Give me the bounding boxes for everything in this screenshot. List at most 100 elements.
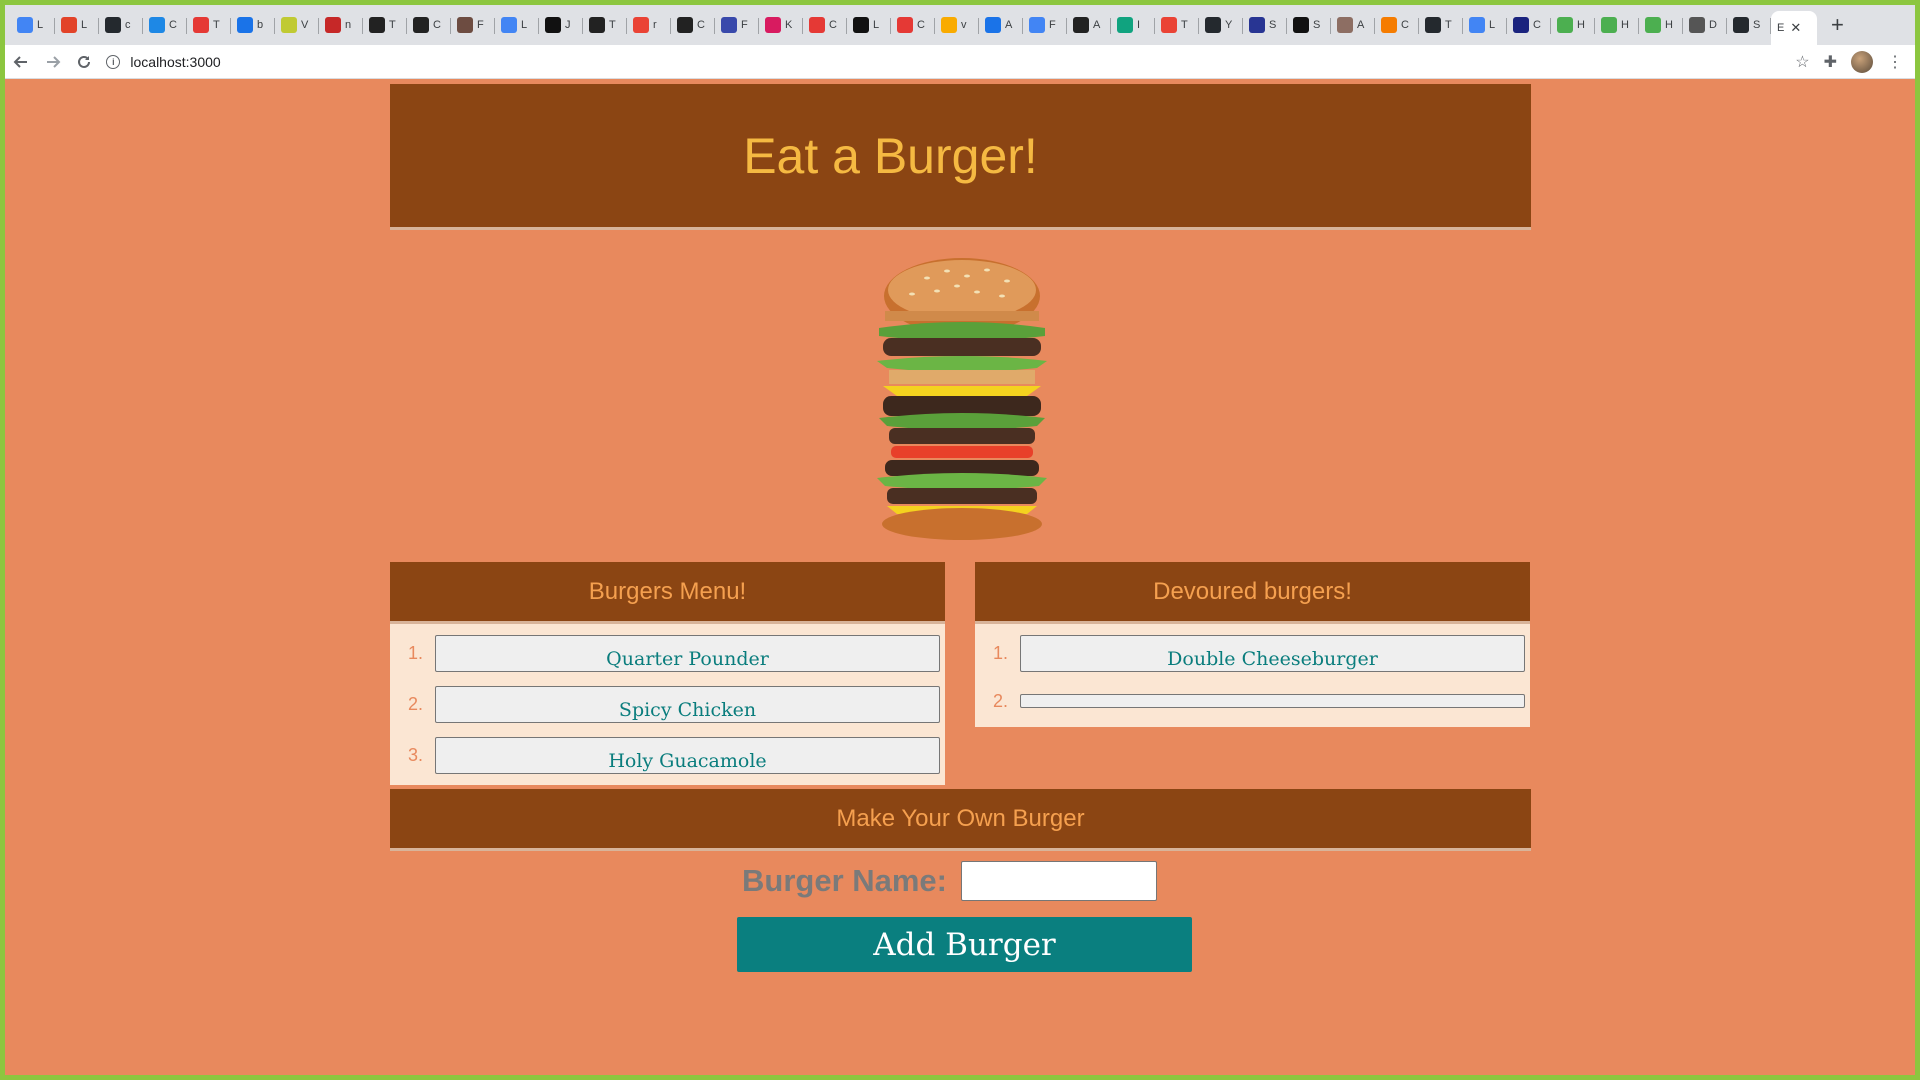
new-tab-icon[interactable]: + [1831, 12, 1844, 38]
person-icon [1337, 17, 1353, 33]
tab-title: c [125, 19, 131, 31]
back-button[interactable] [5, 47, 37, 77]
tab-title: v [961, 19, 967, 31]
chart-icon [457, 17, 473, 33]
tab-title: F [741, 19, 748, 31]
browser-tab[interactable]: S [1243, 9, 1287, 41]
tab-title: V [301, 19, 309, 31]
browser-tab[interactable]: T [363, 9, 407, 41]
browser-tab[interactable]: L [11, 9, 55, 41]
browser-tab[interactable]: A [979, 9, 1023, 41]
devoured-burgers-panel: Devoured burgers! 1. Double Cheeseburger… [975, 562, 1530, 727]
active-browser-tab[interactable]: E ✕ [1771, 11, 1817, 45]
devour-button[interactable]: Quarter Pounder [435, 635, 940, 672]
browser-tab[interactable]: v [935, 9, 979, 41]
browser-tab[interactable]: c [99, 9, 143, 41]
browser-tab[interactable]: L [1463, 9, 1507, 41]
profile-avatar[interactable] [1851, 50, 1874, 73]
reload-button[interactable] [69, 47, 101, 77]
browser-tab[interactable]: A [1067, 9, 1111, 41]
tab-title: Y [1225, 19, 1233, 31]
stripes-icon [1513, 17, 1529, 33]
tab-title: C [1401, 19, 1409, 31]
browser-tab[interactable]: H [1595, 9, 1639, 41]
dark-square-icon [853, 17, 869, 33]
browser-tab[interactable]: H [1639, 9, 1683, 41]
doc-icon [985, 17, 1001, 33]
tab-title: F [1049, 19, 1056, 31]
browser-tab[interactable]: F [451, 9, 495, 41]
browser-tab[interactable]: S [1287, 9, 1331, 41]
browser-tab[interactable]: T [583, 9, 627, 41]
add-burger-button[interactable]: Add Burger [737, 917, 1192, 972]
tab-title: L [1489, 19, 1496, 31]
tab-title: I [1137, 19, 1141, 31]
30-icon [545, 17, 561, 33]
github-icon [1733, 17, 1749, 33]
page-content: Eat a Burger! Burgers Menu! 1. Quarter P… [5, 79, 1915, 1075]
burger-name-input[interactable] [961, 861, 1157, 901]
browser-tab[interactable]: T [1155, 9, 1199, 41]
browser-tab[interactable]: F [715, 9, 759, 41]
tab-title: T [213, 19, 220, 31]
browser-tab[interactable]: r [627, 9, 671, 41]
tab-title: C [697, 19, 705, 31]
browser-tab[interactable]: C [671, 9, 715, 41]
browser-tab[interactable]: L [495, 9, 539, 41]
browser-tab[interactable]: L [847, 9, 891, 41]
browser-tab[interactable]: V [275, 9, 319, 41]
extensions-icon[interactable]: ✚ [1824, 52, 1837, 72]
info-icon[interactable]: i [106, 54, 121, 69]
browser-tab[interactable]: C [407, 9, 451, 41]
bookmark-star-icon[interactable]: ☆ [1795, 52, 1809, 72]
tab-title: F [477, 19, 484, 31]
devour-button[interactable]: Spicy Chicken [435, 686, 940, 723]
tab-title: E [1777, 22, 1785, 34]
google-docs-icon [1469, 17, 1485, 33]
browser-tab[interactable]: H [1551, 9, 1595, 41]
tab-title: D [1709, 19, 1717, 31]
tab-title: r [653, 19, 657, 31]
github-icon [1425, 17, 1441, 33]
browser-tab[interactable]: F [1023, 9, 1067, 41]
tab-title: b [257, 19, 264, 31]
github-icon [105, 17, 121, 33]
gitlab-icon [61, 17, 77, 33]
browser-tab[interactable]: C [891, 9, 935, 41]
browser-tab[interactable]: C [1375, 9, 1419, 41]
list-item: 2. [980, 679, 1525, 723]
browser-tab[interactable]: b [231, 9, 275, 41]
browser-tab[interactable]: L [55, 9, 99, 41]
menu-kebab-icon[interactable]: ⋮ [1887, 52, 1903, 72]
address-bar[interactable]: i localhost:3000 [106, 48, 1795, 76]
tab-title: C [169, 19, 177, 31]
browser-tab[interactable]: C [143, 9, 187, 41]
browser-tab[interactable]: C [1507, 9, 1551, 41]
browser-tab[interactable]: T [1419, 9, 1463, 41]
tab-title: H [1577, 19, 1585, 31]
browser-tab[interactable]: J [539, 9, 583, 41]
devoured-burger-button[interactable]: Double Cheeseburger [1020, 635, 1525, 672]
browser-tab[interactable]: Y [1199, 9, 1243, 41]
google-docs-icon [17, 17, 33, 33]
browser-tab[interactable]: C [803, 9, 847, 41]
browser-tab[interactable]: I [1111, 9, 1155, 41]
tab-title: T [1181, 19, 1188, 31]
d-icon [1249, 17, 1265, 33]
browser-tab[interactable]: D [1683, 9, 1727, 41]
devoured-burger-button[interactable] [1020, 694, 1525, 708]
browser-tab[interactable]: n [319, 9, 363, 41]
medium-icon [1293, 17, 1309, 33]
close-tab-icon[interactable]: ✕ [1790, 20, 1801, 36]
browser-tab[interactable]: A [1331, 9, 1375, 41]
browser-tab[interactable]: S [1727, 9, 1771, 41]
list-item: 1. Double Cheeseburger [980, 628, 1525, 679]
browser-tab[interactable]: K [759, 9, 803, 41]
k-icon [765, 17, 781, 33]
tab-title: T [389, 19, 396, 31]
w3-icon [1645, 17, 1661, 33]
devour-button[interactable]: Holy Guacamole [435, 737, 940, 774]
tab-title: S [1269, 19, 1277, 31]
forward-button[interactable] [37, 47, 69, 77]
browser-tab[interactable]: T [187, 9, 231, 41]
